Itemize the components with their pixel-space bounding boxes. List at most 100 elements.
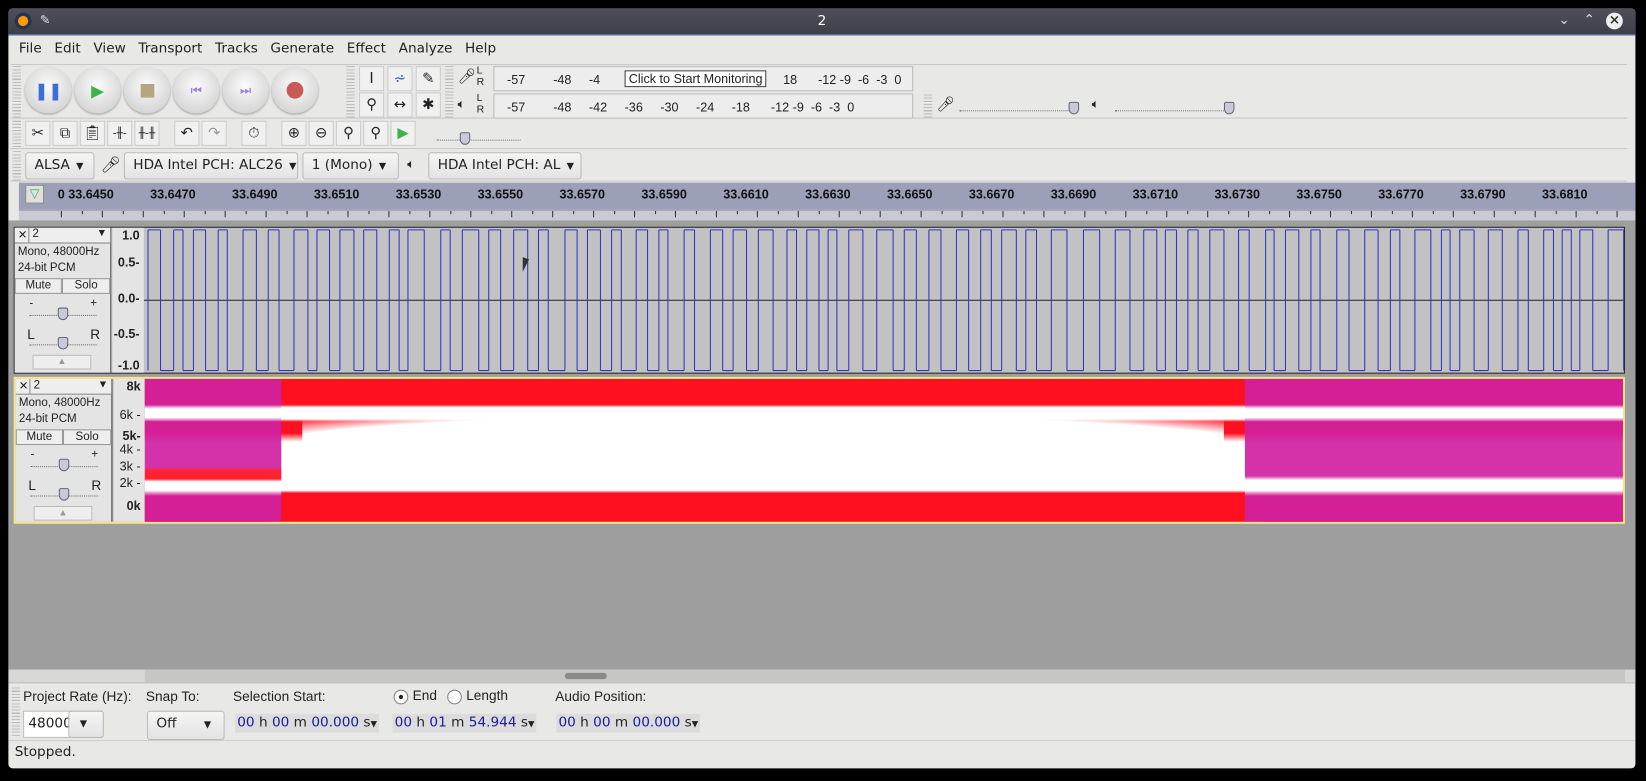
redo-button[interactable]: ↷: [201, 120, 227, 146]
audio-track-spectrogram[interactable]: ✕ 2 ▼ Mono, 48000Hz 24-bit PCM Mute Solo…: [13, 376, 1625, 524]
track-title-bar[interactable]: ✕ 2 ▼: [14, 227, 111, 244]
slider-thumb[interactable]: [57, 307, 69, 321]
zoom-in-button[interactable]: ⊕: [281, 120, 307, 146]
gain-slider[interactable]: [29, 301, 97, 321]
scrollbar-thumb[interactable]: [564, 672, 607, 680]
selection-end-time[interactable]: 00 h 01 m 54.944 s▼: [392, 713, 537, 733]
time-shift-tool-button[interactable]: ↔: [387, 92, 413, 118]
record-button[interactable]: [271, 67, 319, 114]
menu-generate[interactable]: Generate: [264, 37, 340, 61]
silence-button[interactable]: ╫-╫: [134, 120, 160, 146]
radio-button[interactable]: [393, 689, 409, 704]
slider-thumb[interactable]: [1223, 101, 1235, 115]
timeline-ruler[interactable]: 0 33.6450 33.6470 33.6490 33.6510 33.6530 33.6…: [18, 182, 1636, 210]
close-track-button[interactable]: ✕: [17, 227, 30, 243]
scrollbar-trough[interactable]: [144, 669, 1625, 683]
menu-analyze[interactable]: Analyze: [392, 37, 458, 61]
draw-tool-button[interactable]: ✎: [415, 66, 441, 92]
toolbar-grip[interactable]: [445, 66, 454, 119]
playback-device-select[interactable]: HDA Intel PCH: AL ▼: [428, 152, 582, 180]
chevron-down-icon[interactable]: ▼: [371, 719, 377, 728]
slider-thumb[interactable]: [58, 458, 70, 472]
pan-slider[interactable]: [29, 331, 97, 350]
chevron-down-icon[interactable]: ▼: [692, 719, 698, 728]
snap-to-select[interactable]: Off ▼: [146, 710, 225, 741]
recording-device-select[interactable]: HDA Intel PCH: ALC26 ▼: [123, 152, 299, 180]
skip-end-button[interactable]: ⏭: [222, 67, 269, 114]
zoom-out-button[interactable]: ⊖: [308, 120, 334, 146]
slider-thumb[interactable]: [57, 336, 69, 350]
selection-tool-button[interactable]: I: [358, 66, 385, 92]
playback-volume-slider[interactable]: [1114, 99, 1235, 115]
start-monitoring-tooltip[interactable]: Click to Start Monitoring: [624, 70, 767, 88]
project-rate-combo[interactable]: 48000 ▼: [23, 710, 104, 738]
play-speed-slider[interactable]: [436, 130, 521, 145]
close-button[interactable]: ×: [1606, 12, 1623, 30]
recording-volume-slider[interactable]: [959, 99, 1080, 115]
gain-slider[interactable]: [30, 452, 98, 472]
toolbar-grip[interactable]: [11, 687, 20, 736]
mute-button[interactable]: Mute: [14, 278, 62, 294]
pause-button[interactable]: ❚❚: [25, 67, 72, 114]
play-head-marker-icon[interactable]: ▽: [25, 184, 45, 204]
pan-slider[interactable]: [30, 482, 98, 501]
stop-button[interactable]: [123, 67, 171, 114]
envelope-tool-button[interactable]: ⩫: [387, 66, 413, 92]
menu-effect[interactable]: Effect: [340, 37, 392, 61]
collapse-track-button[interactable]: ▲: [33, 505, 93, 521]
play-button[interactable]: ▶: [74, 67, 121, 114]
chevron-down-icon[interactable]: ▼: [528, 719, 534, 728]
track-menu-chevron-icon[interactable]: ▼: [98, 379, 108, 391]
toolbar-grip[interactable]: [12, 66, 21, 119]
collapse-track-button[interactable]: ▲: [32, 354, 92, 370]
waveform-display[interactable]: [143, 228, 1625, 373]
audio-position-time[interactable]: 00 h 00 m 00.000 s▼: [556, 713, 701, 733]
toolbar-grip[interactable]: [12, 151, 21, 181]
zoom-tool-button[interactable]: ⚲: [358, 92, 385, 118]
chevron-down-icon[interactable]: ▼: [68, 710, 104, 738]
solo-button[interactable]: Solo: [61, 278, 111, 294]
menu-edit[interactable]: Edit: [48, 37, 87, 61]
track-title-bar[interactable]: ✕ 2 ▼: [15, 378, 112, 395]
undo-button[interactable]: ↶: [174, 120, 200, 146]
slider-thumb[interactable]: [459, 132, 471, 145]
cut-button[interactable]: ✂: [25, 120, 51, 146]
solo-button[interactable]: Solo: [62, 429, 112, 446]
menu-transport[interactable]: Transport: [132, 37, 209, 61]
menu-help[interactable]: Help: [459, 37, 503, 61]
minimize-button[interactable]: ⌄: [1556, 13, 1573, 30]
channels-select[interactable]: 1 (Mono) ▼: [302, 152, 399, 180]
end-radio[interactable]: End: [393, 688, 437, 705]
fit-project-button[interactable]: ⚲: [363, 120, 389, 146]
record-meter-mic-icon[interactable]: 🎤︎: [458, 68, 477, 85]
playback-meter[interactable]: -57 -48 -42 -36 -30 -24 -18 -12 -9 -6 -3…: [493, 93, 914, 119]
toolbar-grip[interactable]: [923, 94, 933, 120]
sync-lock-button[interactable]: ⏱: [241, 120, 267, 146]
menu-view[interactable]: View: [87, 37, 132, 61]
play-at-speed-button[interactable]: ▶: [390, 120, 416, 146]
selection-start-time[interactable]: 00 h 00 m 00.000 s▼: [235, 713, 380, 733]
paste-button[interactable]: 📋︎: [79, 120, 105, 146]
record-meter[interactable]: -57 -48 -4 18 -12 -9 -6 -3 0 Click to St…: [493, 66, 914, 92]
track-name[interactable]: 2: [33, 228, 39, 241]
horizontal-scrollbar[interactable]: [8, 669, 1636, 683]
toolbar-grip[interactable]: [346, 66, 355, 119]
copy-button[interactable]: ⧉: [52, 120, 78, 146]
audio-host-select[interactable]: ALSA ▼: [25, 152, 95, 180]
menu-tracks[interactable]: Tracks: [209, 37, 264, 61]
maximize-button[interactable]: ⌃: [1581, 13, 1598, 30]
radio-button[interactable]: [447, 689, 462, 704]
toolbar-grip[interactable]: [12, 120, 21, 149]
mute-button[interactable]: Mute: [15, 429, 63, 446]
skip-start-button[interactable]: ⏮: [173, 67, 220, 114]
track-menu-chevron-icon[interactable]: ▼: [97, 228, 107, 240]
audio-track-waveform[interactable]: ✕ 2 ▼ Mono, 48000Hz 24-bit PCM Mute Solo…: [13, 226, 1625, 374]
menu-file[interactable]: File: [13, 37, 48, 61]
trim-button[interactable]: -╫-: [107, 120, 133, 146]
close-track-button[interactable]: ✕: [18, 378, 31, 394]
track-name[interactable]: 2: [34, 379, 40, 392]
slider-thumb[interactable]: [58, 488, 70, 501]
spectrogram-display[interactable]: [144, 378, 1623, 522]
multi-tool-button[interactable]: ✱: [415, 92, 441, 118]
fit-selection-button[interactable]: ⚲: [335, 120, 362, 146]
